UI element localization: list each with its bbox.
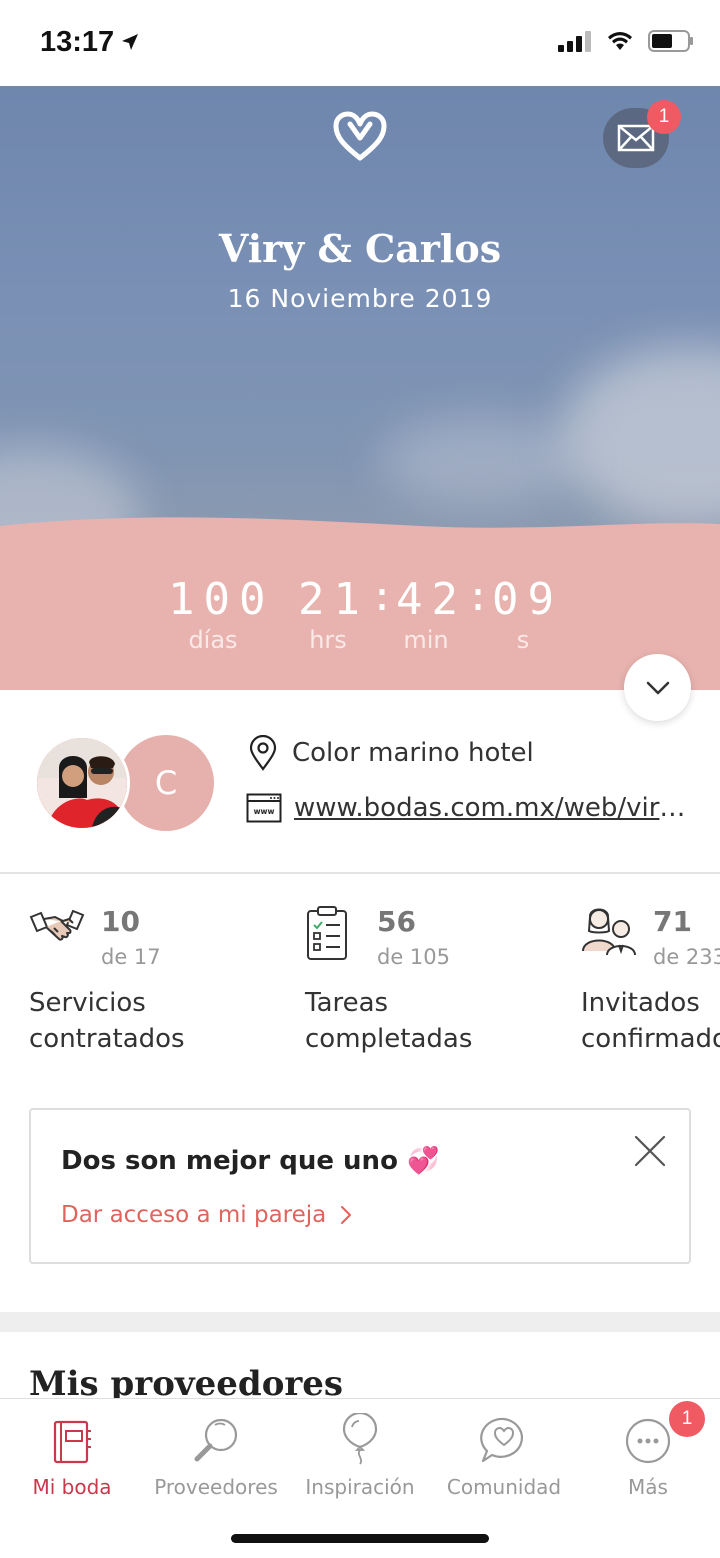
location-row: Color marino hotel bbox=[246, 735, 534, 771]
stat-label-line: Invitados bbox=[581, 988, 700, 1018]
notebook-icon bbox=[53, 1420, 91, 1464]
checklist-icon bbox=[307, 906, 347, 960]
inbox-badge: 1 bbox=[647, 100, 681, 134]
status-icons bbox=[558, 30, 694, 52]
stat-label: Tareas completadas bbox=[305, 985, 472, 1057]
chevron-down-icon bbox=[646, 681, 669, 694]
section-separator bbox=[0, 1312, 720, 1332]
divider bbox=[0, 872, 720, 874]
grant-partner-access-link[interactable]: Dar acceso a mi pareja bbox=[61, 1202, 352, 1228]
website-row[interactable]: www www.bodas.com.mx/web/viry-y-carlos bbox=[246, 793, 688, 823]
stat-guests[interactable]: 71 de 233 Invitados confirmados bbox=[581, 905, 720, 1065]
stat-total: de 233 bbox=[653, 945, 720, 969]
wedding-date: 16 Noviembre 2019 bbox=[227, 284, 493, 313]
section-title: Mis proveedores bbox=[29, 1364, 344, 1400]
cloud-decoration bbox=[380, 416, 580, 506]
tab-label: Inspiración bbox=[305, 1475, 415, 1499]
tab-label: Más bbox=[628, 1475, 668, 1499]
browser-window-icon: www bbox=[246, 793, 282, 823]
status-bar: 13:17 bbox=[0, 0, 720, 86]
stat-label: Servicios contratados bbox=[29, 985, 185, 1057]
couple-photo-avatar[interactable] bbox=[34, 735, 130, 831]
partner-avatar[interactable]: C bbox=[118, 735, 214, 831]
more-badge: 1 bbox=[669, 1401, 705, 1437]
countdown-separator: : bbox=[466, 574, 491, 620]
envelope-icon bbox=[617, 124, 655, 152]
stat-total: de 105 bbox=[377, 945, 451, 969]
search-icon bbox=[194, 1418, 238, 1462]
heart-logo-icon bbox=[333, 111, 387, 161]
stat-label: Invitados confirmados bbox=[581, 985, 720, 1057]
wifi-icon bbox=[608, 32, 632, 50]
home-indicator bbox=[231, 1534, 489, 1543]
svg-text:www: www bbox=[254, 807, 275, 816]
tab-proveedores[interactable]: Proveedores bbox=[144, 1413, 288, 1499]
countdown-hours-label: hrs bbox=[309, 626, 347, 654]
stat-label-line: completadas bbox=[305, 1024, 473, 1054]
chat-heart-icon bbox=[480, 1417, 523, 1463]
promo-link-label: Dar acceso a mi pareja bbox=[61, 1202, 327, 1228]
status-time: 13:17 bbox=[40, 26, 115, 58]
countdown-hours: 21 bbox=[298, 574, 369, 625]
stat-total: de 17 bbox=[101, 945, 161, 969]
couple-name: Viry & Carlos bbox=[218, 226, 502, 271]
cellular-signal-icon bbox=[558, 31, 591, 52]
countdown-separator: : bbox=[370, 574, 395, 620]
stat-value: 10 bbox=[101, 905, 140, 938]
tab-label: Mi boda bbox=[32, 1475, 112, 1499]
stat-value: 71 bbox=[653, 905, 692, 938]
stat-label-line: Tareas bbox=[305, 988, 389, 1018]
stat-label-line: Servicios bbox=[29, 988, 146, 1018]
map-pin-icon bbox=[249, 735, 277, 771]
countdown-minutes-label: min bbox=[403, 626, 449, 654]
countdown-days-label: días bbox=[188, 626, 238, 654]
promo-title: Dos son mejor que uno 💞 bbox=[61, 1146, 440, 1176]
close-icon[interactable] bbox=[633, 1134, 667, 1168]
battery-icon bbox=[648, 30, 693, 52]
tab-comunidad[interactable]: Comunidad bbox=[432, 1413, 576, 1499]
handshake-icon bbox=[29, 909, 85, 941]
tab-label: Comunidad bbox=[446, 1475, 562, 1499]
balloon-icon bbox=[342, 1413, 378, 1465]
location-arrow-icon bbox=[122, 34, 138, 50]
tab-mi-boda[interactable]: Mi boda bbox=[0, 1413, 144, 1499]
location-text: Color marino hotel bbox=[292, 738, 534, 768]
couple-photo bbox=[37, 738, 127, 828]
stat-label-line: contratados bbox=[29, 1024, 185, 1054]
website-link[interactable]: www.bodas.com.mx/web/viry-y-carlos bbox=[294, 793, 688, 823]
guests-icon bbox=[582, 908, 636, 956]
countdown: 100 21 : 42 : 09 días hrs min s bbox=[0, 574, 720, 684]
cloud-decoration bbox=[560, 346, 720, 526]
more-icon bbox=[625, 1418, 671, 1464]
stat-label-line: confirmados bbox=[581, 1024, 720, 1054]
countdown-seconds: 09 bbox=[492, 574, 563, 625]
countdown-seconds-label: s bbox=[516, 626, 530, 654]
stat-value: 56 bbox=[377, 905, 416, 938]
partner-access-card: Dos son mejor que uno 💞 Dar acceso a mi … bbox=[29, 1108, 691, 1264]
countdown-days: 100 bbox=[168, 574, 275, 625]
countdown-minutes: 42 bbox=[396, 574, 467, 625]
expand-button[interactable] bbox=[624, 654, 691, 721]
chevron-right-icon bbox=[341, 1206, 352, 1224]
tab-label: Proveedores bbox=[154, 1475, 278, 1499]
tab-inspiracion[interactable]: Inspiración bbox=[288, 1413, 432, 1499]
